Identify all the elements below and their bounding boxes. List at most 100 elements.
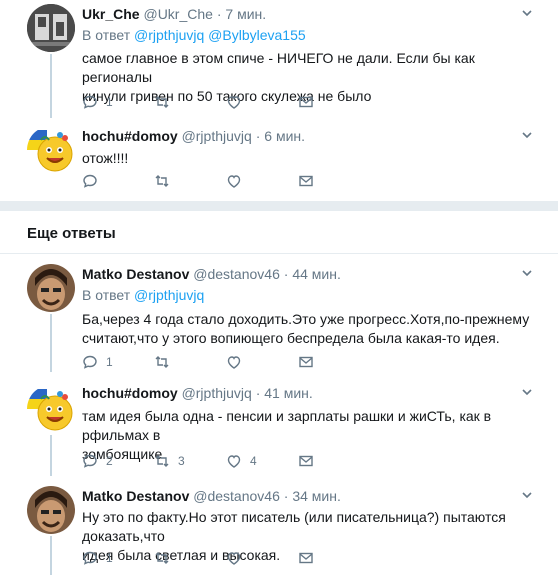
reply-prefix: В ответ — [82, 287, 131, 303]
timestamp[interactable]: 41 мин. — [264, 385, 313, 401]
reply-mention[interactable]: @rjpthjuvjq — [134, 27, 204, 43]
message-button[interactable] — [298, 173, 370, 189]
tweet-text-line: Ну это по факту.Но этот писатель (или пи… — [82, 509, 506, 544]
like-icon — [227, 356, 241, 369]
like-icon — [227, 552, 241, 565]
reply-icon — [83, 95, 97, 109]
reply-context: В ответ @rjpthjuvjq — [82, 286, 542, 305]
author-name[interactable]: hochu#domoy — [82, 128, 178, 144]
like-count: 4 — [250, 454, 257, 468]
like-icon — [227, 455, 241, 468]
message-button[interactable] — [298, 94, 370, 110]
avatar[interactable] — [27, 126, 75, 174]
message-button[interactable] — [298, 550, 370, 566]
tweet-actions — [82, 171, 370, 191]
separator-line — [0, 253, 558, 254]
reply-icon — [83, 174, 97, 188]
separator-dot: · — [283, 266, 289, 282]
message-button[interactable] — [298, 354, 370, 370]
tweet-text-line: отож!!!! — [82, 150, 129, 166]
tweet-actions: 2 3 4 — [82, 451, 370, 471]
tweet-text-line: считают,что у этого вопиющего беспредела… — [82, 330, 500, 346]
section-divider — [0, 201, 558, 211]
avatar[interactable] — [27, 264, 75, 312]
timestamp[interactable]: 6 мин. — [264, 128, 305, 144]
chevron-down-icon[interactable] — [520, 128, 534, 142]
chevron-down-icon[interactable] — [520, 488, 534, 502]
reply-icon — [83, 551, 97, 565]
avatar[interactable] — [27, 385, 75, 433]
author-handle[interactable]: @rjpthjuvjq — [182, 128, 252, 144]
reply-button[interactable]: 2 — [82, 453, 154, 469]
timestamp[interactable]: 44 мин. — [292, 266, 341, 282]
message-icon — [299, 96, 313, 108]
timestamp[interactable]: 7 мин. — [225, 6, 266, 22]
reply-icon — [83, 454, 97, 468]
reply-button[interactable]: 1 — [82, 550, 154, 566]
separator-dot: · — [255, 128, 261, 144]
separator-dot: · — [216, 6, 222, 22]
reply-count: 2 — [106, 454, 113, 468]
thread-line — [50, 435, 52, 476]
message-button[interactable] — [298, 453, 370, 469]
thread-line — [50, 54, 52, 118]
author-handle[interactable]: @destanov46 — [193, 266, 280, 282]
tweet-text-line: Ба,через 4 года стало доходить.Это уже п… — [82, 311, 530, 327]
reply-prefix: В ответ — [82, 27, 131, 43]
like-button[interactable] — [226, 94, 298, 110]
thread-line — [50, 536, 52, 575]
author-name[interactable]: Matko Destanov — [82, 266, 189, 282]
section-title: Еще ответы — [27, 225, 116, 242]
avatar[interactable] — [27, 486, 75, 534]
separator-dot: · — [283, 488, 289, 504]
tweet-header: Ukr_Che @Ukr_Che · 7 мин. — [82, 2, 542, 22]
tweet-header: Matko Destanov @destanov46 · 34 мин. — [82, 484, 542, 504]
retweet-button[interactable]: 3 — [154, 453, 226, 469]
author-name[interactable]: hochu#domoy — [82, 385, 178, 401]
author-handle[interactable]: @rjpthjuvjq — [182, 385, 252, 401]
author-handle[interactable]: @Ukr_Che — [143, 6, 212, 22]
chevron-down-icon[interactable] — [520, 6, 534, 20]
author-name[interactable]: Ukr_Che — [82, 6, 140, 22]
tweet-text-line: там идея была одна - пенсии и зарплаты р… — [82, 408, 492, 443]
conversation-feed: Ukr_Che @Ukr_Che · 7 мин. В ответ @rjpth… — [0, 0, 558, 575]
reply-icon — [83, 355, 97, 369]
like-button[interactable] — [226, 173, 298, 189]
tweet-header: hochu#domoy @rjpthjuvjq · 6 мин. — [82, 124, 542, 144]
reply-button[interactable] — [82, 173, 154, 189]
like-button[interactable] — [226, 354, 298, 370]
retweet-button[interactable] — [154, 354, 226, 370]
thread-line — [50, 314, 52, 372]
tweet-actions: 1 — [82, 92, 370, 112]
chevron-down-icon[interactable] — [520, 385, 534, 399]
tweet-text: Ба,через 4 года стало доходить.Это уже п… — [82, 310, 542, 348]
reply-mention[interactable]: @rjpthjuvjq — [134, 287, 204, 303]
reply-count: 1 — [106, 551, 113, 565]
retweet-button[interactable] — [154, 94, 226, 110]
reply-mention[interactable]: @Bylbyleva155 — [208, 27, 306, 43]
avatar[interactable] — [27, 4, 75, 52]
retweet-icon — [155, 96, 169, 108]
message-icon — [299, 552, 313, 564]
like-icon — [227, 96, 241, 109]
like-button[interactable]: 4 — [226, 453, 298, 469]
retweet-button[interactable] — [154, 550, 226, 566]
chevron-down-icon[interactable] — [520, 266, 534, 280]
retweet-button[interactable] — [154, 173, 226, 189]
reply-button[interactable]: 1 — [82, 94, 154, 110]
retweet-icon — [155, 356, 169, 368]
retweet-icon — [155, 455, 169, 467]
tweet-text-line: самое главное в этом спиче - НИЧЕГО не д… — [82, 50, 475, 85]
reply-button[interactable]: 1 — [82, 354, 154, 370]
reply-count: 1 — [106, 95, 113, 109]
author-name[interactable]: Matko Destanov — [82, 488, 189, 504]
timestamp[interactable]: 34 мин. — [292, 488, 341, 504]
retweet-count: 3 — [178, 454, 185, 468]
tweet-header: Matko Destanov @destanov46 · 44 мин. — [82, 262, 542, 282]
like-button[interactable] — [226, 550, 298, 566]
message-icon — [299, 175, 313, 187]
retweet-icon — [155, 552, 169, 564]
author-handle[interactable]: @destanov46 — [193, 488, 280, 504]
reply-count: 1 — [106, 355, 113, 369]
message-icon — [299, 455, 313, 467]
